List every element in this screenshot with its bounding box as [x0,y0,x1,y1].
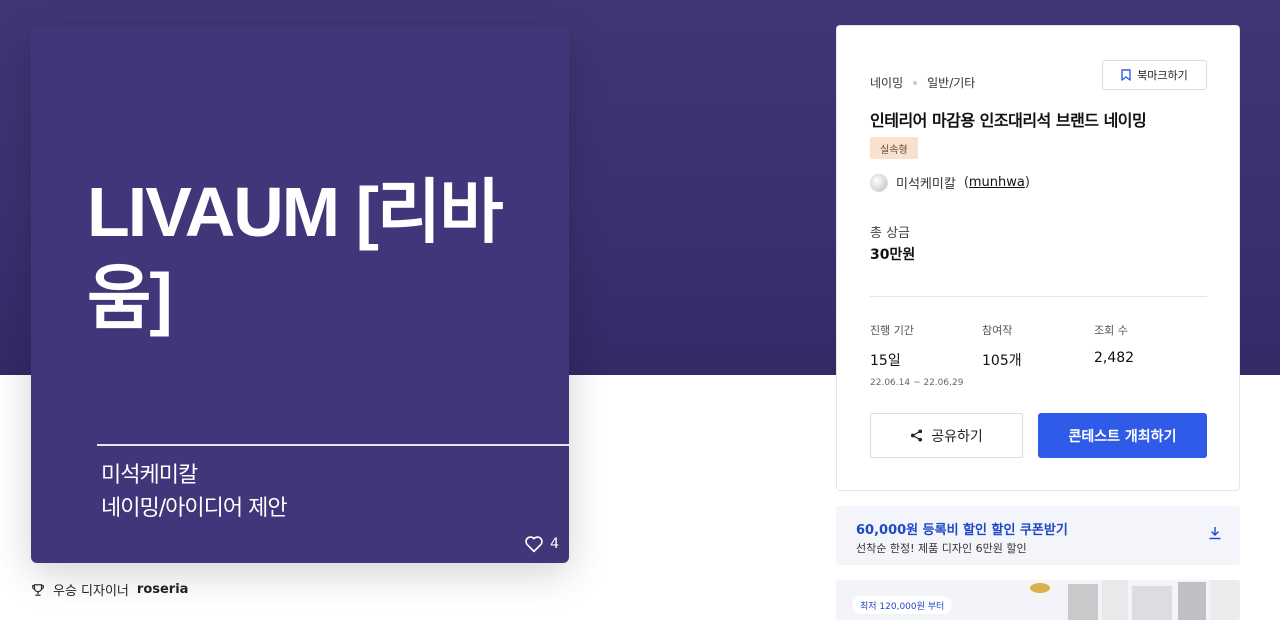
stat-value: 105개 [982,353,1022,369]
host-avatar [870,173,888,192]
stat-views: 조회 수 2,482 [1094,322,1134,366]
prize-label: 총 상금 [870,226,911,241]
host-name: 미석케미칼 [896,177,956,192]
artwork-title: LIVAUM [리바움] [87,173,504,337]
breadcrumb-separator [913,80,918,85]
artwork-client: 미석케미칼 [101,463,198,488]
stat-period: 진행 기간 15일 22.06.14 ~ 22.06.29 [870,322,963,388]
plan-badge: 실속형 [870,137,918,159]
stat-entries: 참여작 105개 [982,322,1022,370]
coupon-subtitle: 선착순 한정! 제품 디자인 6만원 할인 [856,542,1027,555]
artwork-divider [97,444,569,446]
share-label: 공유하기 [931,428,983,445]
stat-value: 15일 [870,353,901,369]
host-id-wrap: (munhwa) [963,175,1030,190]
coupon-banner[interactable]: 60,000원 등록비 할인 할인 쿠폰받기 선착순 한정! 제품 디자인 6만… [836,506,1240,565]
prize-value: 30만원 [870,247,916,263]
host-id[interactable]: munhwa [969,175,1025,190]
heart-icon [525,536,543,553]
coupon-title: 60,000원 등록비 할인 할인 쿠폰받기 [856,523,1068,538]
contest-info-panel: 네이밍 일반/기타 북마크하기 인테리어 마감용 인조대리석 브랜드 네이밍 실… [836,25,1240,491]
like-button[interactable]: 4 [524,535,559,553]
stat-date-range: 22.06.14 ~ 22.06.29 [870,378,964,388]
stat-label: 조회 수 [1094,324,1128,337]
bookmark-label: 북마크하기 [1137,69,1188,82]
panel-divider [870,296,1207,297]
contest-title: 인테리어 마감용 인조대리석 브랜드 네이밍 [870,111,1147,130]
winner-label: 우승 디자이너 [53,584,129,599]
winner-designer: 우승 디자이너 roseria [31,580,188,599]
breadcrumb-category[interactable]: 네이밍 [870,74,903,91]
promo-banner[interactable]: 최저 120,000원 부터 [836,580,1240,620]
winner-artwork-card[interactable]: LIVAUM [리바움] 미석케미칼 네이밍/아이디어 제안 4 [31,27,569,563]
share-button[interactable]: 공유하기 [870,413,1023,458]
host-info[interactable]: 미석케미칼 (munhwa) [870,173,1030,192]
bookmark-icon [1121,69,1131,81]
trophy-icon [32,583,44,596]
like-count: 4 [550,536,559,552]
stat-value: 2,482 [1094,350,1135,366]
stat-label: 진행 기간 [870,324,914,337]
promo-product-image [1030,580,1240,620]
share-icon [911,429,923,442]
host-contest-button[interactable]: 콘테스트 개최하기 [1038,413,1207,458]
promo-price-pill: 최저 120,000원 부터 [852,596,953,614]
stat-label: 참여작 [982,324,1013,337]
bookmark-button[interactable]: 북마크하기 [1102,60,1207,90]
download-icon[interactable] [1208,526,1222,540]
winner-name[interactable]: roseria [137,582,189,597]
breadcrumb-subcategory[interactable]: 일반/기타 [927,74,975,91]
breadcrumb: 네이밍 일반/기타 [870,74,975,91]
artwork-category: 네이밍/아이디어 제안 [101,496,288,521]
